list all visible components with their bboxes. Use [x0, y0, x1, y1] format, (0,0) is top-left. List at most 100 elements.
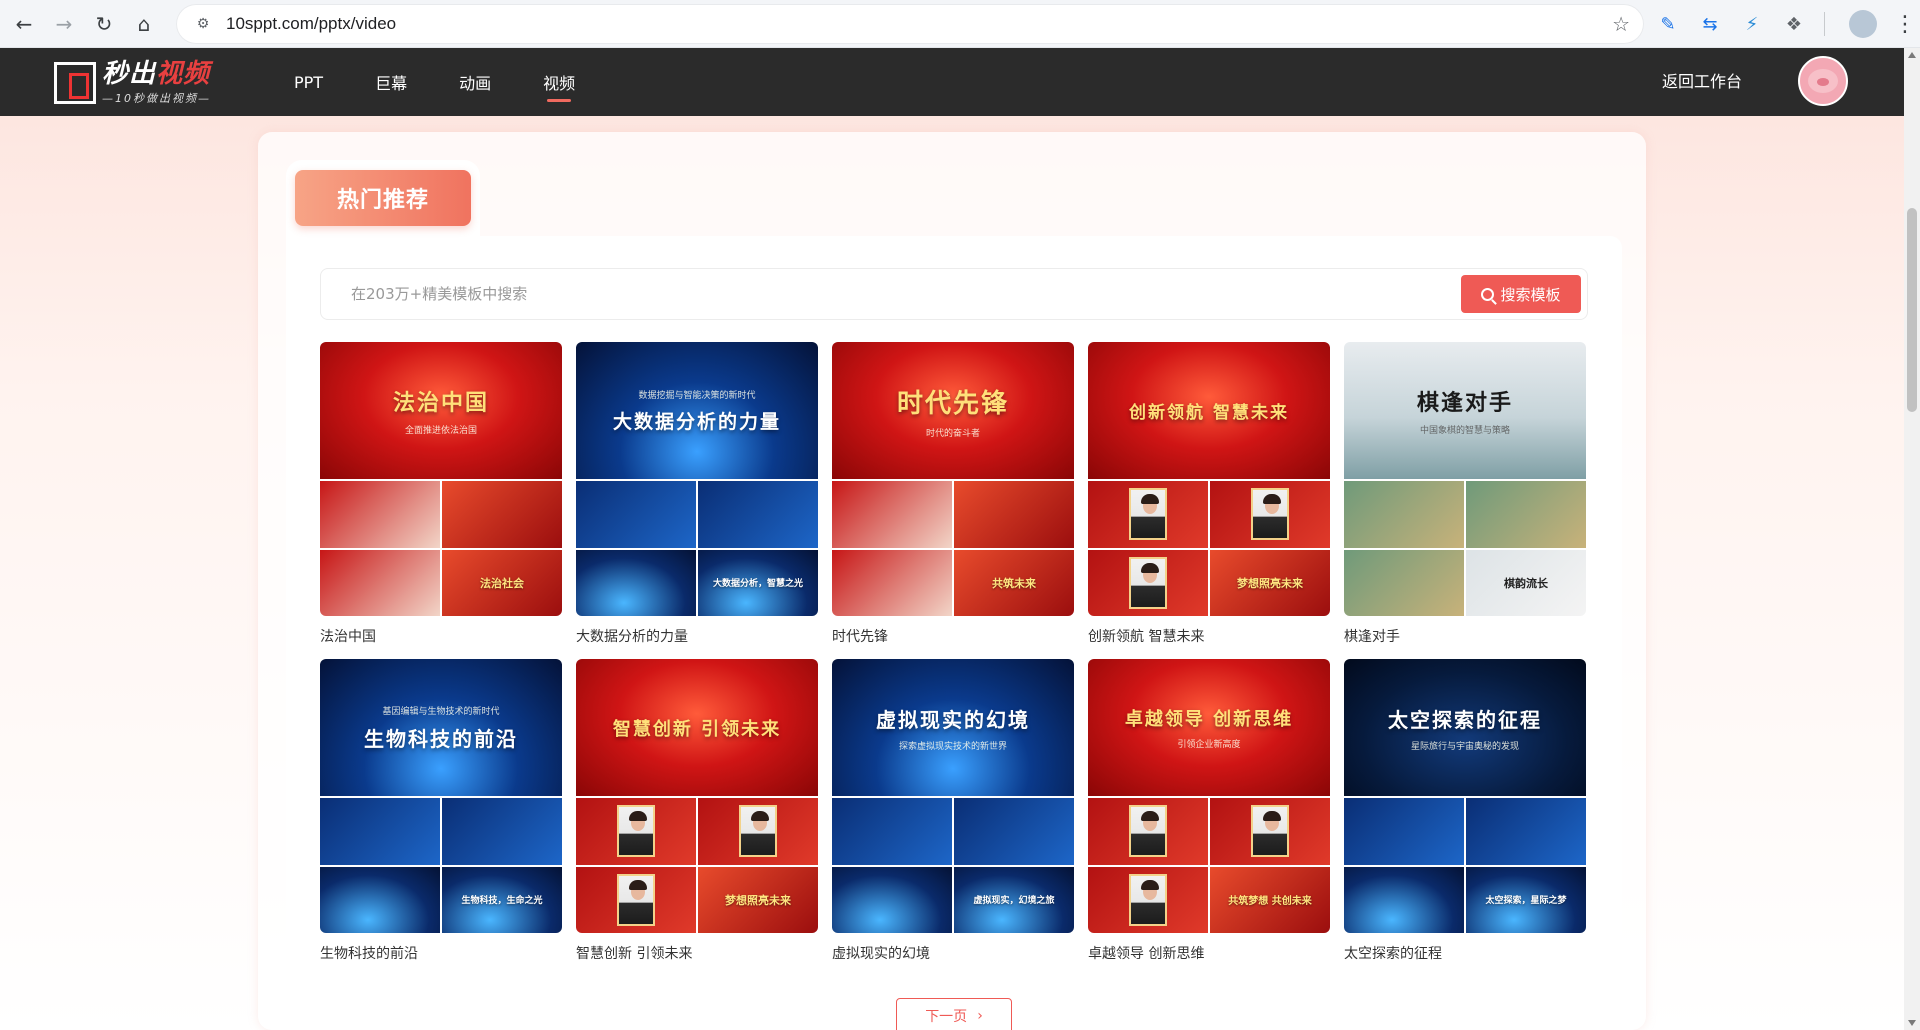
template-card[interactable]: 棋逢对手 中国象棋的智慧与策略 棋韵流长 棋逢对手: [1344, 342, 1586, 659]
person-photo: [1129, 556, 1167, 609]
toolbar-divider: [1824, 12, 1825, 36]
template-card[interactable]: 智慧创新 引领未来 梦想照亮未来 智慧创新 引领未来: [576, 659, 818, 976]
template-card[interactable]: 虚拟现实的幻境 探索虚拟现实技术的新世界 虚拟现实，幻境之旅 虚拟现实的幻境: [832, 659, 1074, 976]
site-logo[interactable]: 秒出视频 —10秒做出视频—: [54, 60, 234, 106]
template-caption[interactable]: 创新领航 智慧未来: [1088, 626, 1330, 648]
person-photo: [739, 805, 777, 858]
translate-icon[interactable]: ⇆: [1692, 6, 1728, 42]
template-thumbnail[interactable]: 时代先锋 时代的奋斗者 共筑未来: [832, 342, 1074, 616]
preview-cell: [832, 549, 952, 616]
preview-cell: [320, 798, 440, 865]
preview-cell: 太空探索，星际之梦: [1466, 866, 1586, 933]
template-card[interactable]: 法治中国 全面推进依法治国 法治社会 法治中国: [320, 342, 562, 659]
address-bar[interactable]: ⚙ 10sppt.com/pptx/video ☆: [176, 4, 1644, 44]
reload-icon[interactable]: ↻: [84, 4, 124, 44]
home-icon[interactable]: ⌂: [124, 4, 164, 44]
preview-cell: [576, 481, 696, 548]
nav-item-jumu[interactable]: 巨幕: [375, 48, 407, 116]
preview-cell: [1466, 481, 1586, 548]
template-card[interactable]: 太空探索的征程 星际旅行与宇宙奥秘的发现 太空探索，星际之梦 太空探索的征程: [1344, 659, 1586, 976]
template-caption[interactable]: 时代先锋: [832, 626, 1074, 648]
cell-text: 大数据分析，智慧之光: [712, 579, 803, 590]
template-thumbnail[interactable]: 数据挖掘与智能决策的新时代 大数据分析的力量 大数据分析，智慧之光: [576, 342, 818, 616]
cover-subtitle: 探索虚拟现实技术的新世界: [898, 741, 1007, 752]
search-input[interactable]: [351, 269, 1351, 319]
bookmark-star-icon[interactable]: ☆: [1612, 12, 1630, 36]
template-thumbnail[interactable]: 卓越领导 创新思维 引领企业新高度 共筑梦想 共创未来: [1088, 659, 1330, 933]
more-menu-icon[interactable]: ⋮: [1887, 6, 1920, 42]
url-text[interactable]: 10sppt.com/pptx/video: [226, 14, 396, 34]
profile-avatar[interactable]: [1849, 10, 1877, 38]
template-card[interactable]: 数据挖掘与智能决策的新时代 大数据分析的力量 大数据分析，智慧之光 大数据分析的…: [576, 342, 818, 659]
scroll-down-arrow-icon[interactable]: [1908, 1020, 1916, 1026]
template-card[interactable]: 卓越领导 创新思维 引领企业新高度 共筑梦想 共创未来 卓越领导 创新思维: [1088, 659, 1330, 976]
template-thumbnail[interactable]: 虚拟现实的幻境 探索虚拟现实技术的新世界 虚拟现实，幻境之旅: [832, 659, 1074, 933]
cell-text: 共筑未来: [992, 576, 1036, 590]
preview-cell: [576, 866, 696, 933]
template-caption[interactable]: 生物科技的前沿: [320, 943, 562, 965]
preview-cell: 棋韵流长: [1466, 549, 1586, 616]
preview-cell: [442, 798, 562, 865]
template-caption[interactable]: 太空探索的征程: [1344, 943, 1586, 965]
template-thumbnail[interactable]: 基因编辑与生物技术的新时代 生物科技的前沿 生物科技，生命之光: [320, 659, 562, 933]
user-avatar[interactable]: [1798, 56, 1848, 106]
template-caption[interactable]: 棋逢对手: [1344, 626, 1586, 648]
template-thumbnail[interactable]: 智慧创新 引领未来 梦想照亮未来: [576, 659, 818, 933]
preview-cell: [832, 798, 952, 865]
forward-arrow-icon[interactable]: →: [44, 4, 84, 44]
browser-toolbar: ← → ↻ ⌂ ⚙ 10sppt.com/pptx/video ☆ ✎ ⇆ ⚡ …: [0, 0, 1920, 48]
search-icon: [1481, 287, 1495, 301]
extension-icon[interactable]: ✎: [1650, 6, 1686, 42]
template-thumbnail[interactable]: 太空探索的征程 星际旅行与宇宙奥秘的发现 太空探索，星际之梦: [1344, 659, 1586, 933]
template-caption[interactable]: 大数据分析的力量: [576, 626, 818, 648]
template-caption[interactable]: 卓越领导 创新思维: [1088, 943, 1330, 965]
template-thumbnail[interactable]: 棋逢对手 中国象棋的智慧与策略 棋韵流长: [1344, 342, 1586, 616]
preview-cell: [1088, 549, 1208, 616]
preview-cell: 虚拟现实，幻境之旅: [954, 866, 1074, 933]
cover-title: 智慧创新 引领未来: [612, 718, 782, 740]
preview-cell: 共筑未来: [954, 549, 1074, 616]
logo-tagline: —10秒做出视频—: [102, 92, 211, 105]
cover-subtitle: 基因编辑与生物技术的新时代: [382, 706, 500, 717]
cell-text: 太空探索，星际之梦: [1485, 896, 1567, 907]
preview-cell: [1088, 481, 1208, 548]
preview-cell: 梦想照亮未来: [698, 866, 818, 933]
template-thumbnail[interactable]: 法治中国 全面推进依法治国 法治社会: [320, 342, 562, 616]
preview-cell: [576, 549, 696, 616]
site-settings-icon[interactable]: ⚙: [192, 13, 214, 35]
cover-subtitle: 中国象棋的智慧与策略: [1419, 426, 1510, 436]
preview-cell: [1344, 798, 1464, 865]
cover-subtitle: 时代的奋斗者: [925, 428, 980, 439]
preview-cell: [1344, 549, 1464, 616]
search-button[interactable]: 搜索模板: [1461, 275, 1581, 313]
preview-cell: [576, 798, 696, 865]
nav-item-ppt[interactable]: PPT: [294, 48, 323, 116]
next-page-button[interactable]: 下一页 ›: [896, 998, 1012, 1030]
template-caption[interactable]: 虚拟现实的幻境: [832, 943, 1074, 965]
scrollbar-thumb[interactable]: [1907, 208, 1917, 412]
preview-cell: [320, 549, 440, 616]
person-photo: [1251, 488, 1289, 541]
logo-text-red: 视频: [156, 59, 211, 89]
nav-item-animation[interactable]: 动画: [459, 48, 491, 116]
preview-cell: [1466, 798, 1586, 865]
scroll-up-arrow-icon[interactable]: [1908, 52, 1916, 58]
next-page-label: 下一页: [925, 1009, 968, 1025]
cover-title: 棋逢对手: [1416, 391, 1513, 416]
template-card[interactable]: 创新领航 智慧未来 梦想照亮未来 创新领航 智慧未来: [1088, 342, 1330, 659]
back-arrow-icon[interactable]: ←: [4, 4, 44, 44]
template-thumbnail[interactable]: 创新领航 智慧未来 梦想照亮未来: [1088, 342, 1330, 616]
cell-text: 梦想照亮未来: [1237, 576, 1303, 590]
template-caption[interactable]: 智慧创新 引领未来: [576, 943, 818, 965]
lightning-icon[interactable]: ⚡: [1734, 6, 1770, 42]
person-photo: [1251, 805, 1289, 858]
back-to-workspace-link[interactable]: 返回工作台: [1662, 68, 1742, 92]
hot-recommend-tab[interactable]: 热门推荐: [295, 170, 471, 226]
preview-cell: [954, 798, 1074, 865]
template-card[interactable]: 时代先锋 时代的奋斗者 共筑未来 时代先锋: [832, 342, 1074, 659]
template-caption[interactable]: 法治中国: [320, 626, 562, 648]
puzzle-icon[interactable]: ❖: [1776, 6, 1812, 42]
nav-item-video[interactable]: 视频: [543, 48, 575, 116]
page-scrollbar[interactable]: [1904, 48, 1920, 1030]
template-card[interactable]: 基因编辑与生物技术的新时代 生物科技的前沿 生物科技，生命之光 生物科技的前沿: [320, 659, 562, 976]
